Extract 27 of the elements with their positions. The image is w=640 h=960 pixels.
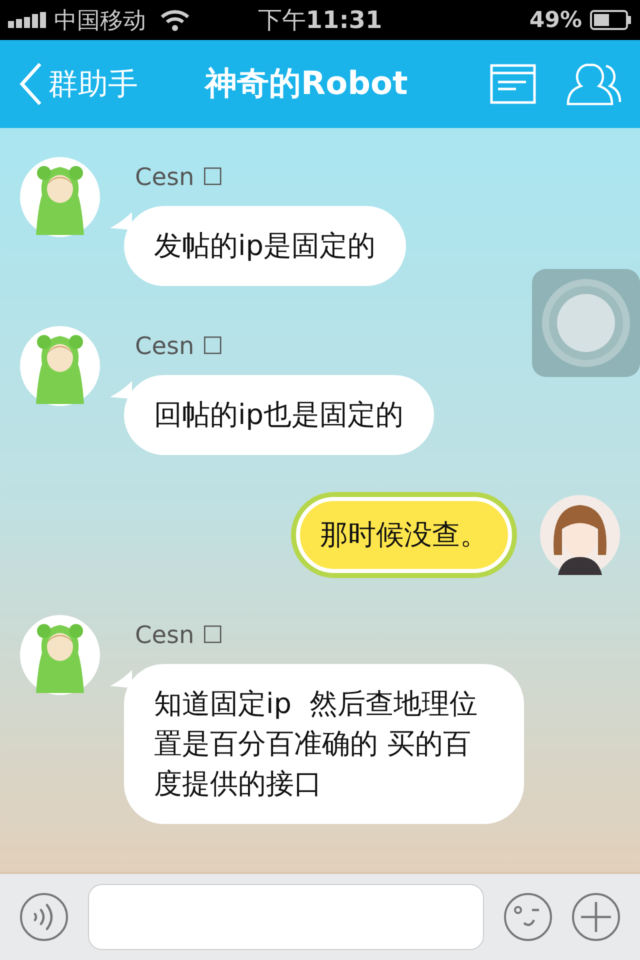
message-bubble: 发帖的ip是固定的: [124, 206, 406, 286]
add-button[interactable]: [572, 893, 620, 941]
message-bubble: 知道固定ip 然后查地理位置是百分百准确的 买的百度提供的接口: [124, 664, 524, 824]
battery-percent: 49%: [529, 8, 582, 32]
chat-title: 神奇的Robot: [205, 63, 408, 104]
back-button[interactable]: 群助手: [18, 62, 138, 106]
chevron-left-icon: [18, 62, 44, 106]
wifi-icon: [160, 9, 190, 31]
group-members-icon[interactable]: [566, 62, 622, 106]
bubble-tail: [110, 212, 132, 230]
bubble-tail: [110, 670, 132, 688]
battery-icon: [590, 10, 632, 30]
message-bubble: 回帖的ip也是固定的: [124, 375, 434, 455]
message-input-field[interactable]: [88, 884, 484, 950]
sender-name: Cesn ☐: [135, 331, 224, 362]
voice-button[interactable]: [20, 893, 68, 941]
sender-name: Cesn ☐: [135, 620, 224, 651]
signal-icon: [8, 12, 46, 28]
emoji-button[interactable]: [504, 893, 552, 941]
carrier-name: 中国移动: [54, 6, 146, 36]
clock: 下午11:31: [258, 5, 382, 36]
bubble-tail: [110, 381, 132, 399]
assistive-touch-button[interactable]: [532, 269, 640, 377]
plus-icon: [581, 902, 611, 932]
sender-name: Cesn ☐: [135, 162, 224, 193]
avatar[interactable]: [540, 495, 620, 575]
message-list-icon[interactable]: [490, 64, 536, 104]
